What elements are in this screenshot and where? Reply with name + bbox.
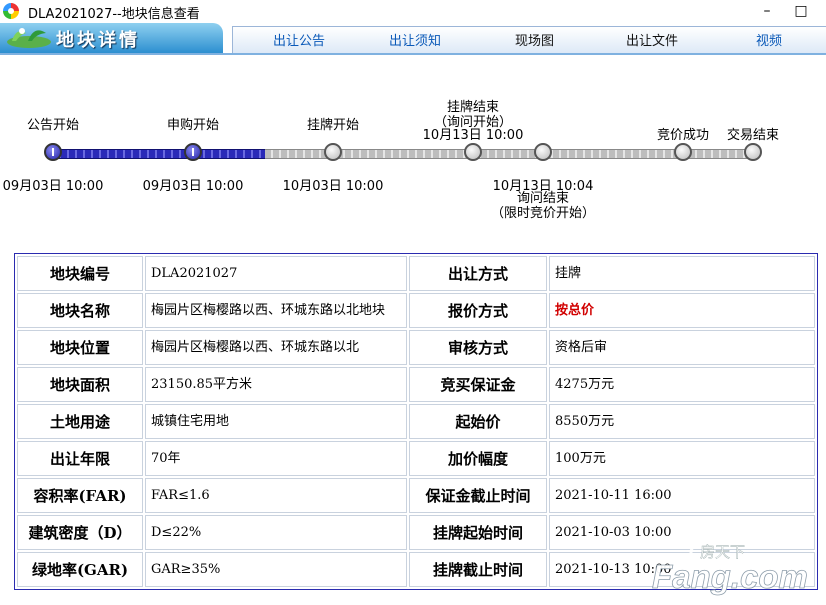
- value-parcel-id: DLA2021027: [145, 256, 407, 291]
- key-density: 建筑密度（D）: [17, 515, 143, 550]
- value-start-price: 8550万元: [549, 404, 815, 439]
- logo-text: 地块详情: [56, 30, 140, 51]
- nav-divider: [0, 53, 826, 55]
- nav-announcement[interactable]: 出让公告: [273, 30, 325, 49]
- app-icon: [3, 3, 19, 19]
- key-land-use: 土地用途: [17, 404, 143, 439]
- key-increment: 加价幅度: [409, 441, 547, 476]
- step-label-bid-success: 竞价成功: [656, 128, 710, 143]
- step-sub-bid-start: （限时竞价开始）: [490, 206, 596, 221]
- value-term: 70年: [145, 441, 407, 476]
- step-label-trade-end: 交易结束: [726, 128, 780, 143]
- table-row: 出让年限 70年 加价幅度 100万元: [17, 441, 815, 476]
- step-node-trade-end: [744, 143, 762, 161]
- table-row: 容积率(FAR) FAR≤1.6 保证金截止时间 2021-10-11 16:0…: [17, 478, 815, 513]
- key-term: 出让年限: [17, 441, 143, 476]
- value-deposit: 4275万元: [549, 367, 815, 402]
- step-label-listing-start: 挂牌开始: [306, 118, 360, 133]
- key-review-method: 审核方式: [409, 330, 547, 365]
- key-deposit: 竞买保证金: [409, 367, 547, 402]
- value-density: D≤22%: [145, 515, 407, 550]
- step-node-bid-success: [674, 143, 692, 161]
- key-parcel-name: 地块名称: [17, 293, 143, 328]
- key-parcel-id: 地块编号: [17, 256, 143, 291]
- fang-watermark-logo: 房天下 Fang.com: [652, 542, 808, 595]
- table-row: 地块名称 梅园片区梅樱路以西、环城东路以北地块 报价方式 按总价: [17, 293, 815, 328]
- step-node-purchase: [184, 143, 202, 161]
- window-title: DLA2021027--地块信息查看: [28, 7, 200, 22]
- key-listing-start: 挂牌起始时间: [409, 515, 547, 550]
- key-far: 容积率(FAR): [17, 478, 143, 513]
- watermark-brand-text: Fang.com: [652, 558, 808, 595]
- step-node-listing-end: [464, 143, 482, 161]
- value-location: 梅园片区梅樱路以西、环城东路以北: [145, 330, 407, 365]
- key-deposit-deadline: 保证金截止时间: [409, 478, 547, 513]
- minimize-button[interactable]: –: [750, 0, 784, 22]
- key-transfer-method: 出让方式: [409, 256, 547, 291]
- step-time-listing-start: 10月03日 10:00: [282, 179, 384, 194]
- nav-bar: 出让公告 出让须知 现场图 出让文件 视频: [232, 26, 826, 53]
- value-quote-method: 按总价: [549, 293, 815, 328]
- step-node-inquiry-end: [534, 143, 552, 161]
- table-row: 地块面积 23150.85平方米 竞买保证金 4275万元: [17, 367, 815, 402]
- step-time-announce: 09月03日 10:00: [2, 179, 104, 194]
- key-quote-method: 报价方式: [409, 293, 547, 328]
- progress-bar-done: [53, 149, 265, 159]
- value-review-method: 资格后审: [549, 330, 815, 365]
- key-location: 地块位置: [17, 330, 143, 365]
- key-area: 地块面积: [17, 367, 143, 402]
- key-start-price: 起始价: [409, 404, 547, 439]
- table-row: 地块编号 DLA2021027 出让方式 挂牌: [17, 256, 815, 291]
- nav-notice[interactable]: 出让须知: [389, 30, 441, 49]
- nav-video[interactable]: 视频: [756, 30, 782, 49]
- key-green-ratio: 绿地率(GAR): [17, 552, 143, 587]
- value-increment: 100万元: [549, 441, 815, 476]
- table-row: 地块位置 梅园片区梅樱路以西、环城东路以北 审核方式 资格后审: [17, 330, 815, 365]
- step-label-announce: 公告开始: [26, 118, 80, 133]
- table-row: 土地用途 城镇住宅用地 起始价 8550万元: [17, 404, 815, 439]
- value-area: 23150.85平方米: [145, 367, 407, 402]
- value-parcel-name: 梅园片区梅樱路以西、环城东路以北地块: [145, 293, 407, 328]
- value-transfer-method: 挂牌: [549, 256, 815, 291]
- step-node-announce: [44, 143, 62, 161]
- step-time-listing-end: 10月13日 10:00: [422, 128, 524, 143]
- maximize-button[interactable]: □: [784, 0, 818, 22]
- value-land-use: 城镇住宅用地: [145, 404, 407, 439]
- step-label-purchase: 申购开始: [166, 118, 220, 133]
- logo-banner: 地块详情: [0, 23, 223, 53]
- step-time-purchase: 09月03日 10:00: [142, 179, 244, 194]
- nav-documents[interactable]: 出让文件: [626, 30, 678, 49]
- nav-site-map[interactable]: 现场图: [515, 30, 554, 49]
- title-bar: DLA2021027--地块信息查看 – □: [0, 0, 826, 22]
- value-deposit-deadline: 2021-10-11 16:00: [549, 478, 815, 513]
- key-listing-end: 挂牌截止时间: [409, 552, 547, 587]
- value-far: FAR≤1.6: [145, 478, 407, 513]
- value-green-ratio: GAR≥35%: [145, 552, 407, 587]
- leaf-icon: [7, 28, 51, 48]
- step-node-listing-start: [324, 143, 342, 161]
